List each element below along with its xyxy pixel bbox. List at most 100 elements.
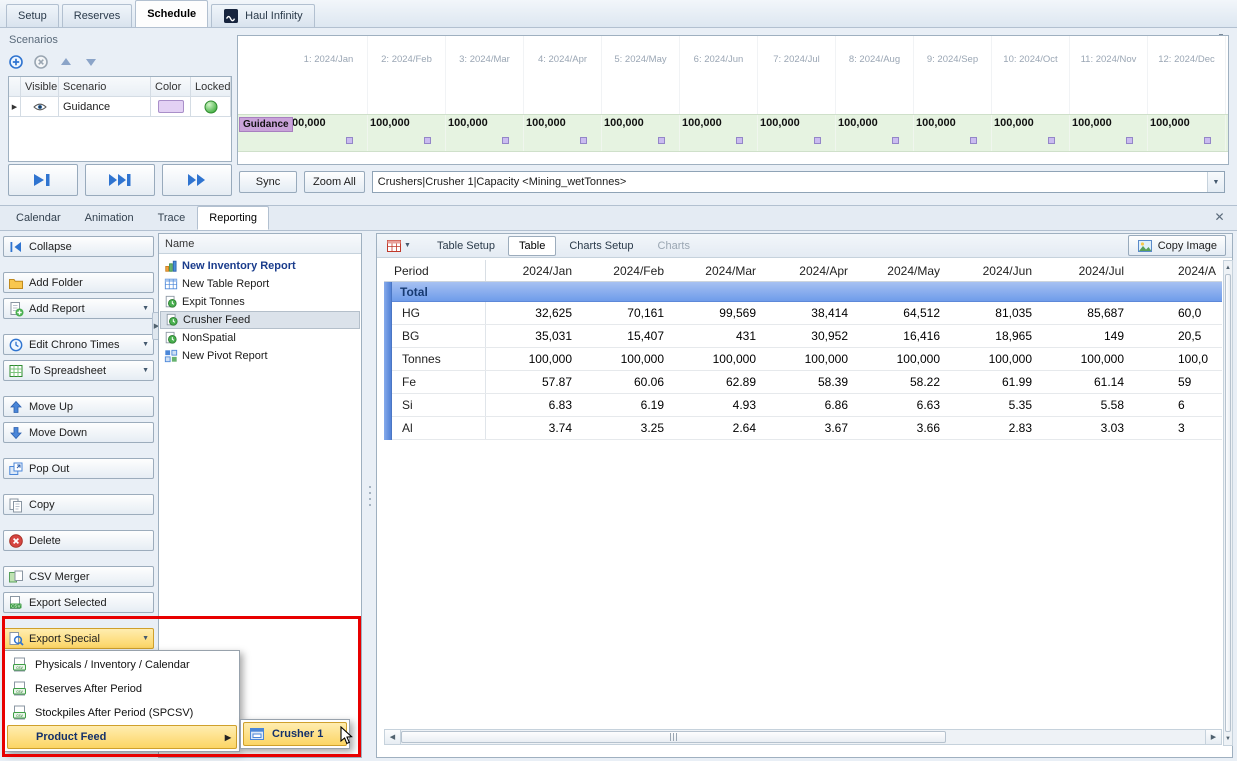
tab-schedule[interactable]: Schedule [135, 0, 208, 27]
column-header-period[interactable]: Period [384, 260, 486, 281]
tab-charts[interactable]: Charts [647, 236, 701, 256]
series-selector[interactable]: Crushers|Crusher 1|Capacity <Mining_wetT… [372, 171, 1225, 193]
add-report-button[interactable]: Add Report▼ [3, 298, 154, 319]
scenario-cell[interactable]: Guidance [59, 97, 151, 117]
table-row[interactable]: HG32,62570,16199,56938,41464,51281,03585… [392, 302, 1222, 325]
scenario-cell[interactable] [151, 97, 191, 117]
tab-reporting[interactable]: Reporting [197, 206, 269, 230]
scenario-row[interactable]: ▶ Guidance [9, 97, 231, 117]
csv-merger-button[interactable]: CSV Merger [3, 566, 154, 587]
menu-item-stockpiles-after-period-spcsv[interactable]: csvStockpiles After Period (SPCSV) [7, 701, 237, 725]
delete-button[interactable]: Delete [3, 530, 154, 551]
add-scenario-button[interactable] [8, 52, 24, 72]
move-down-button[interactable]: Move Down [3, 422, 154, 443]
submenu-item-crusher-1[interactable]: Crusher 1 [243, 722, 347, 746]
menu-item-product-feed[interactable]: Product Feed▶ [7, 725, 237, 749]
scroll-up-icon[interactable]: ▲ [1224, 261, 1232, 274]
timeline-marker[interactable] [814, 137, 821, 144]
copy-image-button[interactable]: Copy Image [1128, 235, 1226, 256]
timeline-marker[interactable] [658, 137, 665, 144]
menu-item-physicals-inventory-calendar[interactable]: csvPhysicals / Inventory / Calendar [7, 653, 237, 677]
timeline-marker[interactable] [1048, 137, 1055, 144]
export-selected-button[interactable]: CSVExport Selected [3, 592, 154, 613]
total-group-row[interactable]: Total [392, 282, 1222, 302]
report-item-new-pivot-report[interactable]: New Pivot Report [160, 347, 360, 365]
column-header-2024-jan[interactable]: 2024/Jan [486, 260, 578, 281]
column-header-2024-jun[interactable]: 2024/Jun [946, 260, 1038, 281]
tab-trace[interactable]: Trace [146, 206, 198, 230]
column-header-2024-a[interactable]: 2024/A [1130, 260, 1222, 281]
scrollbar-thumb[interactable] [1225, 274, 1231, 732]
delete-scenario-button[interactable] [33, 52, 49, 72]
move-scenario-up-button[interactable] [58, 52, 74, 72]
csv-merge-icon [8, 569, 24, 585]
scroll-left-icon[interactable]: ◀ [385, 730, 401, 744]
report-item-crusher-feed[interactable]: Crusher Feed [160, 311, 360, 329]
timeline-marker[interactable] [1204, 137, 1211, 144]
row-label: Al [392, 417, 486, 439]
chevron-down-icon[interactable]: ▼ [1207, 172, 1224, 192]
column-header-2024-apr[interactable]: 2024/Apr [762, 260, 854, 281]
report-item-new-inventory-report[interactable]: New Inventory Report [160, 257, 360, 275]
timeline-marker[interactable] [892, 137, 899, 144]
scenario-cell[interactable] [191, 97, 231, 117]
scenario-color-swatch[interactable] [158, 100, 184, 113]
tab-calendar[interactable]: Calendar [4, 206, 73, 230]
column-header-2024-feb[interactable]: 2024/Feb [578, 260, 670, 281]
play-to-end-button[interactable] [85, 164, 155, 196]
move-up-button[interactable]: Move Up [3, 396, 154, 417]
timeline-marker[interactable] [424, 137, 431, 144]
table-row[interactable]: Tonnes100,000100,000100,000100,000100,00… [392, 348, 1222, 371]
panel-splitter[interactable] [368, 482, 372, 512]
tab-reserves[interactable]: Reserves [62, 4, 132, 27]
close-icon[interactable]: ✕ [1212, 209, 1227, 224]
table-row[interactable]: BG35,03115,40743130,95216,41618,96514920… [392, 325, 1222, 348]
timeline-marker[interactable] [736, 137, 743, 144]
zoom-all-button[interactable]: Zoom All [304, 171, 365, 193]
add-folder-button[interactable]: Add Folder [3, 272, 154, 293]
scenario-cell[interactable] [21, 97, 59, 117]
row-indicator-icon: ▶ [12, 103, 17, 111]
scrollbar-thumb[interactable] [401, 731, 946, 743]
report-item-nonspatial[interactable]: NonSpatial [160, 329, 360, 347]
tree-column-header[interactable]: Name [159, 234, 361, 254]
edit-chrono-times-button[interactable]: Edit Chrono Times▼ [3, 334, 154, 355]
tab-animation[interactable]: Animation [73, 206, 146, 230]
pop-out-button[interactable]: Pop Out [3, 458, 154, 479]
export-special-button[interactable]: Export Special▼ [3, 628, 154, 649]
timeline-marker[interactable] [1126, 137, 1133, 144]
column-header-2024-jul[interactable]: 2024/Jul [1038, 260, 1130, 281]
tab-setup[interactable]: Setup [6, 4, 59, 27]
tab-charts-setup[interactable]: Charts Setup [558, 236, 644, 256]
report-item-expit-tonnes[interactable]: Expit Tonnes [160, 293, 360, 311]
table-row[interactable]: Al3.743.252.643.673.662.833.033 [392, 417, 1222, 440]
tab-table-setup[interactable]: Table Setup [426, 236, 506, 256]
copy-button[interactable]: Copy [3, 494, 154, 515]
column-header-2024-may[interactable]: 2024/May [854, 260, 946, 281]
to-spreadsheet-button[interactable]: To Spreadsheet▼ [3, 360, 154, 381]
table-row[interactable]: Fe57.8760.0662.8958.3958.2261.9961.1459 [392, 371, 1222, 394]
scroll-right-icon[interactable]: ▶ [1205, 730, 1221, 744]
table-options-button[interactable]: ▼ [383, 237, 414, 255]
move-scenario-down-button[interactable] [83, 52, 99, 72]
menu-item-reserves-after-period[interactable]: csvReserves After Period [7, 677, 237, 701]
timeline-marker[interactable] [502, 137, 509, 144]
tab-haul-infinity[interactable]: Haul Infinity [211, 4, 314, 27]
timeline-marker[interactable] [346, 137, 353, 144]
column-header-2024-mar[interactable]: 2024/Mar [670, 260, 762, 281]
scroll-down-icon[interactable]: ▼ [1224, 732, 1232, 745]
horizontal-scrollbar[interactable]: ◀ ▶ [384, 729, 1222, 745]
play-to-next-button[interactable] [8, 164, 78, 196]
vertical-scrollbar[interactable]: ▲ ▼ [1223, 260, 1233, 746]
report-name: New Pivot Report [182, 350, 268, 362]
table-row[interactable]: Si6.836.194.936.866.635.355.586 [392, 394, 1222, 417]
timeline-marker[interactable] [970, 137, 977, 144]
collapse-button[interactable]: Collapse [3, 236, 154, 257]
tab-label: Reporting [209, 212, 257, 224]
tab-table[interactable]: Table [508, 236, 556, 256]
sync-button[interactable]: Sync [239, 171, 297, 193]
report-item-new-table-report[interactable]: New Table Report [160, 275, 360, 293]
timeline-marker[interactable] [580, 137, 587, 144]
play-button[interactable] [162, 164, 232, 196]
column-header-visible: Visible [21, 77, 59, 97]
